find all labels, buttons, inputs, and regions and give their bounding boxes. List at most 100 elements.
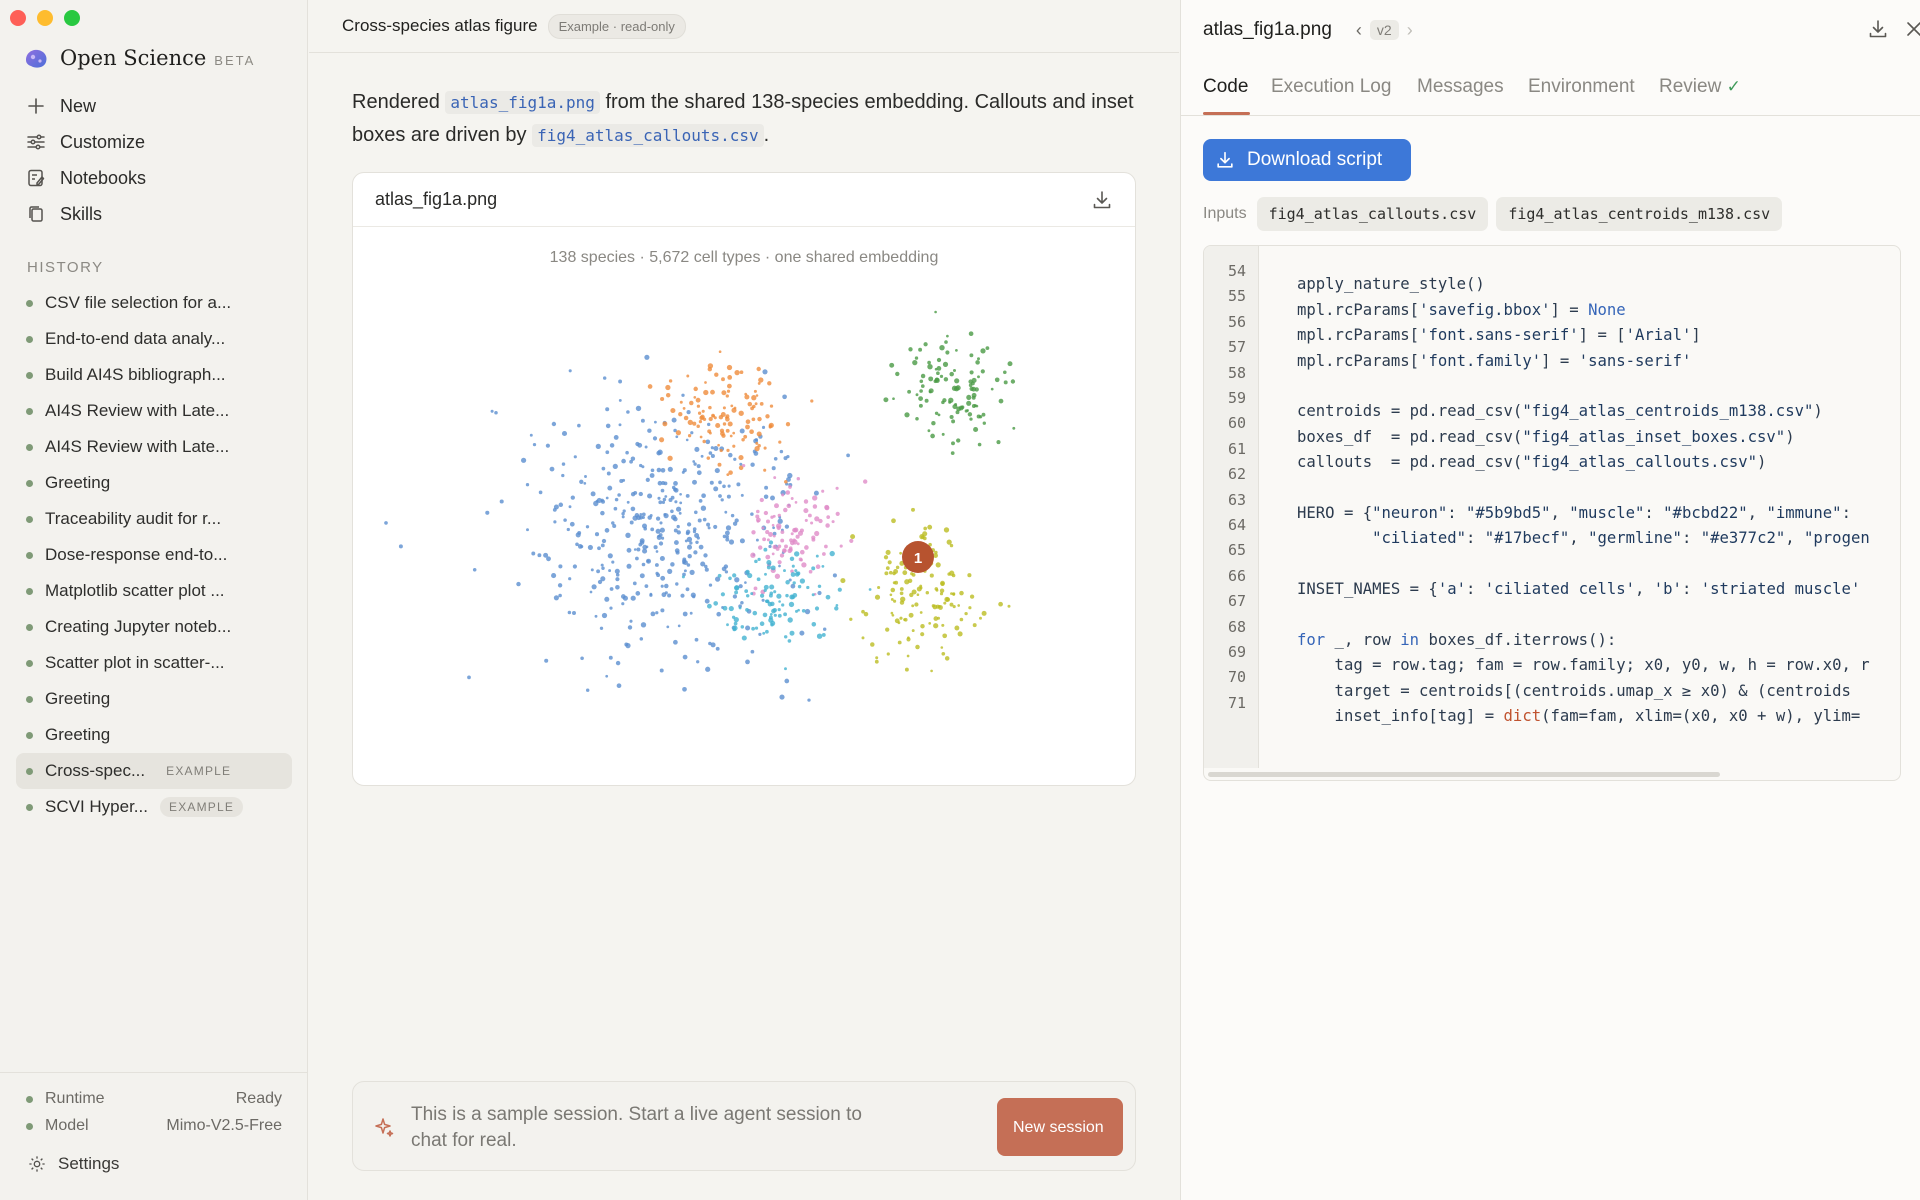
scatter-point <box>899 551 902 555</box>
tab-environment[interactable]: Environment <box>1528 76 1635 98</box>
nav-skills[interactable]: Skills <box>26 199 102 229</box>
scatter-point <box>702 439 706 444</box>
scatter-point <box>783 507 788 513</box>
scatter-point <box>689 569 695 575</box>
scatter-point <box>398 544 403 549</box>
scatter-point <box>810 521 814 525</box>
scatter-point <box>957 604 961 607</box>
history-item[interactable]: Greeting <box>16 465 292 501</box>
inputs-label: Inputs <box>1203 205 1247 222</box>
new-session-button[interactable]: New session <box>997 1098 1123 1156</box>
settings-button[interactable]: Settings <box>28 1154 119 1174</box>
nav-notebooks[interactable]: Notebooks <box>26 163 146 193</box>
scatter-point <box>738 455 744 461</box>
history-item[interactable]: CSV file selection for a... <box>16 285 292 321</box>
scatter-point <box>621 511 625 516</box>
scatter-point <box>933 616 939 621</box>
scatter-point <box>685 438 689 442</box>
file-reference[interactable]: fig4_atlas_callouts.csv <box>532 124 764 147</box>
scatter-point <box>700 454 704 458</box>
scatter-point <box>769 584 775 590</box>
scatter-point <box>781 548 787 553</box>
scatter-point <box>682 686 687 692</box>
download-icon[interactable] <box>1867 18 1889 40</box>
history-item[interactable]: Matplotlib scatter plot ... <box>16 573 292 609</box>
scatter-point <box>630 506 636 512</box>
scatter-point <box>649 514 653 517</box>
chevron-right-icon[interactable]: › <box>1407 20 1413 41</box>
history-item[interactable]: Dose-response end-to... <box>16 537 292 573</box>
scatter-point <box>640 622 647 628</box>
scatter-point <box>659 527 665 533</box>
scatter-point <box>1010 379 1016 384</box>
history-item[interactable]: Build AI4S bibliograph... <box>16 357 292 393</box>
scatter-point <box>927 364 933 370</box>
scatter-point <box>740 600 744 605</box>
close-icon[interactable] <box>1903 18 1920 40</box>
scatter-point <box>750 512 754 516</box>
input-file-chip[interactable]: fig4_atlas_centroids_m138.csv <box>1496 197 1783 231</box>
tab-code[interactable]: Code <box>1203 76 1248 98</box>
tab-messages[interactable]: Messages <box>1417 76 1504 98</box>
scatter-point <box>754 626 759 630</box>
history-item[interactable]: Scatter plot in scatter-... <box>16 645 292 681</box>
history-item-label: Creating Jupyter noteb... <box>45 617 232 636</box>
history-item[interactable]: SCVI Hyper... EXAMPLE <box>16 789 292 825</box>
code-line: "ciliated": "#17becf", "germline": "#e37… <box>1372 529 1870 548</box>
scatter-point <box>639 513 643 516</box>
scatter-point <box>887 560 892 565</box>
history-item[interactable]: AI4S Review with Late... <box>16 429 292 465</box>
window-minimize-button[interactable] <box>37 10 53 26</box>
scatter-point <box>973 426 979 433</box>
line-number: 59 <box>1227 389 1246 407</box>
tab-review[interactable]: Review ✓ <box>1659 76 1741 98</box>
scatter-point <box>701 409 705 413</box>
scatter-point <box>763 588 767 593</box>
horizontal-scrollbar[interactable] <box>1208 772 1720 777</box>
scatter-point <box>707 422 711 427</box>
history-item[interactable]: Traceability audit for r... <box>16 501 292 537</box>
scatter-point <box>660 488 665 493</box>
scatter-point <box>698 499 703 503</box>
window-zoom-button[interactable] <box>64 10 80 26</box>
scatter-point <box>720 592 725 597</box>
nav-new-label: New <box>60 95 97 116</box>
history-item[interactable]: Greeting <box>16 717 292 753</box>
scatter-point <box>789 630 795 636</box>
scatter-point <box>919 379 924 384</box>
line-number-gutter: 54 55 56 57 58 59 60 61 62 63 64 65 66 67 68 69 70 71 <box>1204 246 1259 768</box>
scatter-point <box>660 467 666 473</box>
scatter-point <box>687 434 692 438</box>
history-item-active[interactable]: Cross-spec... EXAMPLE <box>16 753 292 789</box>
scatter-point <box>799 578 806 584</box>
history-item[interactable]: End-to-end data analy... <box>16 321 292 357</box>
download-script-button[interactable]: Download script <box>1203 139 1411 181</box>
scatter-point <box>771 466 776 471</box>
scatter-point <box>717 573 722 578</box>
scatter-point <box>745 608 749 612</box>
file-reference[interactable]: atlas_fig1a.png <box>445 91 600 114</box>
history-item[interactable]: AI4S Review with Late... <box>16 393 292 429</box>
chevron-left-icon[interactable]: ‹ <box>1356 20 1362 41</box>
nav-new[interactable]: New <box>26 91 96 121</box>
scatter-point <box>679 400 683 404</box>
history-item[interactable]: Greeting <box>16 681 292 717</box>
nav-customize[interactable]: Customize <box>26 127 145 157</box>
scatter-point <box>726 623 729 627</box>
download-icon[interactable] <box>1091 189 1113 211</box>
code-line: mpl.rcParams['font.family'] = 'sans-seri… <box>1297 351 1692 370</box>
scatter-point <box>626 500 630 504</box>
scatter-point <box>659 668 664 673</box>
scatter-points <box>384 310 1016 702</box>
scatter-point <box>724 570 729 574</box>
scatter-point <box>930 669 933 673</box>
scatter-point <box>770 495 775 501</box>
umap-scatter-plot: 1 <box>384 310 1016 702</box>
scatter-point <box>920 632 925 637</box>
window-close-button[interactable] <box>10 10 26 26</box>
tab-execution-log[interactable]: Execution Log <box>1271 76 1391 98</box>
history-item[interactable]: Creating Jupyter noteb... <box>16 609 292 645</box>
scatter-point <box>617 493 621 497</box>
input-file-chip[interactable]: fig4_atlas_callouts.csv <box>1256 197 1489 231</box>
history-item-label: Cross-spec... <box>45 761 146 780</box>
